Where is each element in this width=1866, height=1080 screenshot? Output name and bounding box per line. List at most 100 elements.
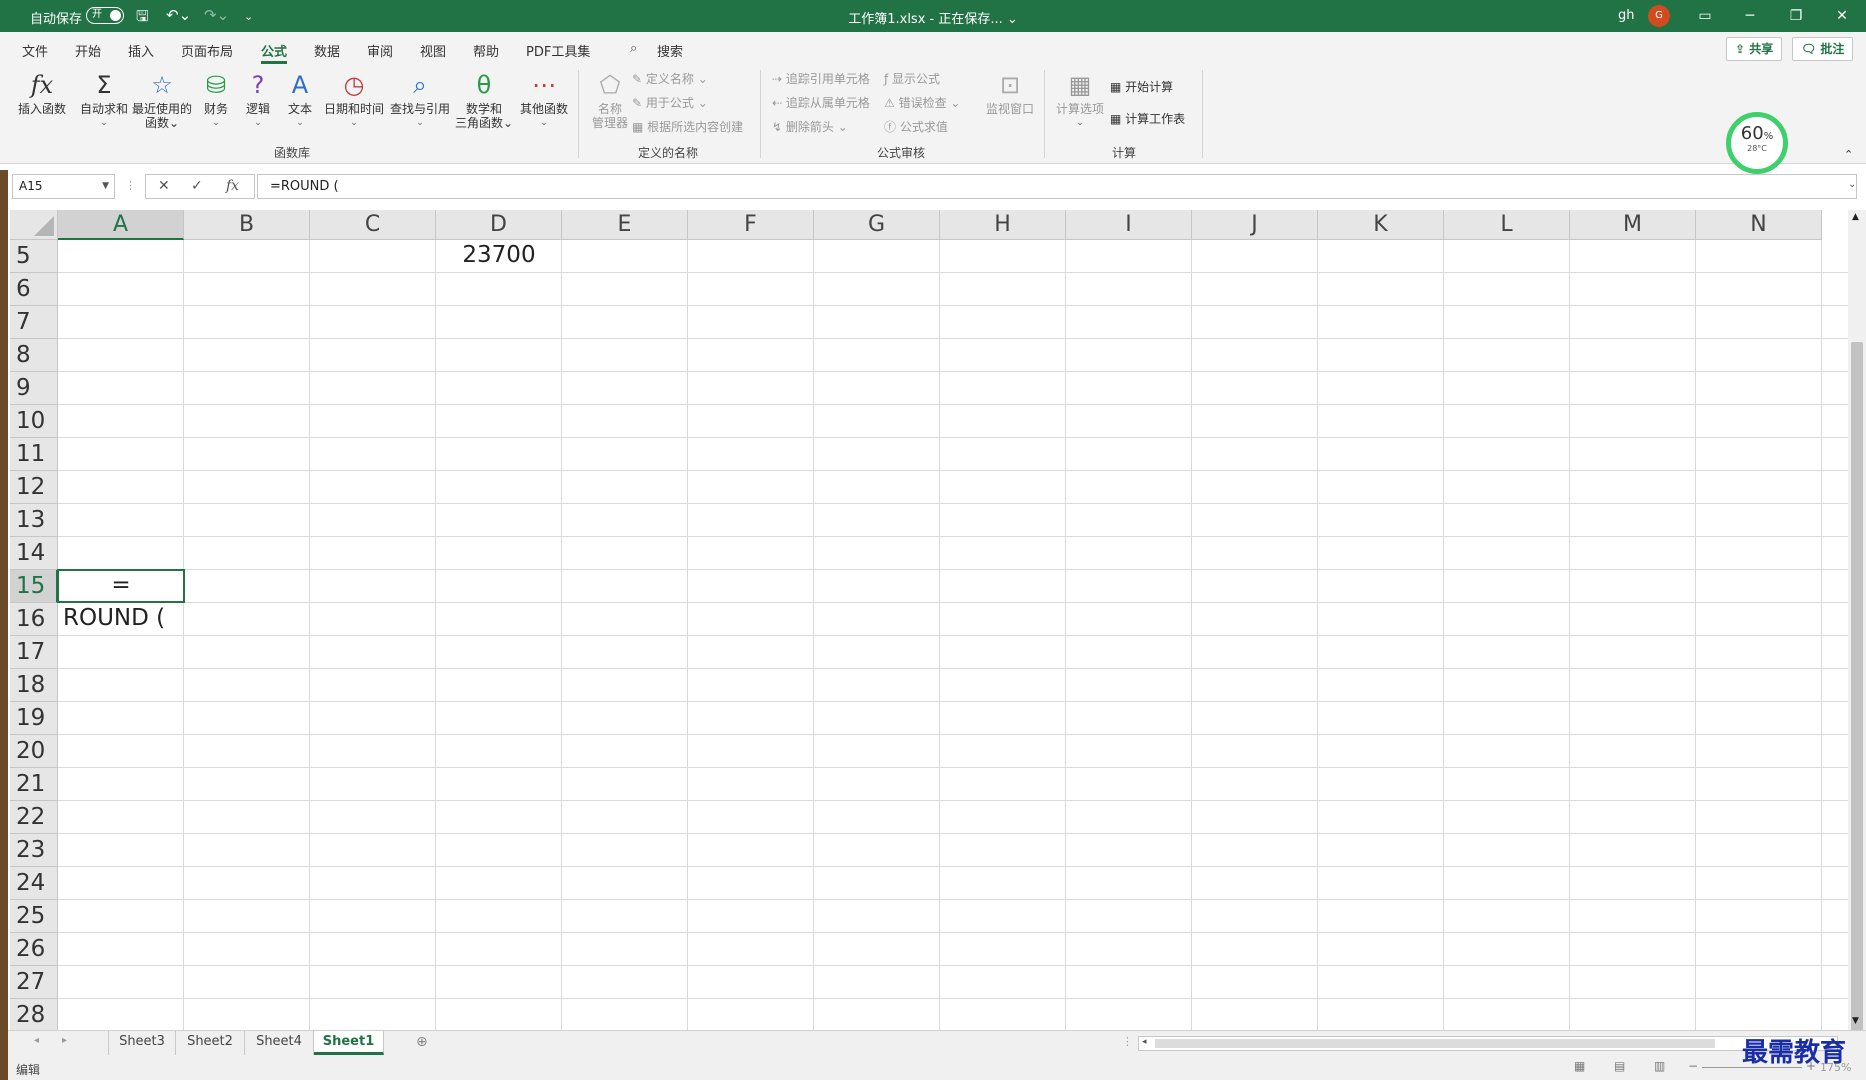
- row-header-19[interactable]: 19: [10, 702, 58, 735]
- row-header-24[interactable]: 24: [10, 867, 58, 900]
- row-header-26[interactable]: 26: [10, 933, 58, 966]
- vertical-scrollbar[interactable]: ▲ ▼: [1848, 210, 1866, 1032]
- evaluate-formula-button[interactable]: ⓕ 公式求值: [884, 118, 948, 135]
- row-header-7[interactable]: 7: [10, 306, 58, 339]
- split-handle-icon[interactable]: ⋮: [1122, 1035, 1133, 1048]
- tab-help[interactable]: 帮助: [473, 41, 499, 60]
- page-layout-view-icon[interactable]: ▤: [1614, 1059, 1625, 1073]
- search-icon[interactable]: ⌕: [630, 41, 637, 56]
- row-header-14[interactable]: 14: [10, 537, 58, 570]
- tab-formulas[interactable]: 公式: [261, 41, 288, 64]
- column-header-f[interactable]: F: [688, 210, 814, 240]
- row-header-10[interactable]: 10: [10, 405, 58, 438]
- row-header-18[interactable]: 18: [10, 669, 58, 702]
- row-header-9[interactable]: 9: [10, 372, 58, 405]
- column-header-b[interactable]: B: [184, 210, 310, 240]
- more-functions-button[interactable]: ⋯ 其他函数 ⌄: [516, 68, 572, 130]
- normal-view-icon[interactable]: ▦: [1574, 1059, 1585, 1073]
- fx-icon[interactable]: fx: [226, 178, 239, 194]
- tab-data[interactable]: 数据: [314, 41, 340, 60]
- insert-function-button[interactable]: fx 插入函数: [16, 68, 68, 116]
- trace-precedents-button[interactable]: ⇢ 追踪引用单元格: [772, 70, 870, 87]
- column-header-e[interactable]: E: [562, 210, 688, 240]
- row-header-23[interactable]: 23: [10, 834, 58, 867]
- column-header-h[interactable]: H: [940, 210, 1066, 240]
- use-in-formula-button[interactable]: ✎ 用于公式 ⌄: [632, 94, 708, 111]
- tab-view[interactable]: 视图: [420, 41, 446, 60]
- column-header-l[interactable]: L: [1444, 210, 1570, 240]
- scroll-left-icon[interactable]: ◂: [1142, 1037, 1147, 1047]
- column-header-c[interactable]: C: [310, 210, 436, 240]
- row-header-20[interactable]: 20: [10, 735, 58, 768]
- avatar[interactable]: G: [1648, 5, 1670, 27]
- column-header-n[interactable]: N: [1696, 210, 1822, 240]
- select-all-button[interactable]: [10, 210, 58, 240]
- tab-page-layout[interactable]: 页面布局: [181, 41, 233, 60]
- date-time-button[interactable]: ◷ 日期和时间 ⌄: [322, 68, 386, 130]
- column-header-a[interactable]: A: [58, 210, 184, 240]
- define-name-button[interactable]: ✎ 定义名称 ⌄: [632, 70, 708, 87]
- text-button[interactable]: A 文本 ⌄: [274, 68, 326, 130]
- lookup-reference-button[interactable]: ⌕ 查找与引用 ⌄: [388, 68, 452, 130]
- recently-used-button[interactable]: ☆ 最近使用的 函数⌄: [130, 68, 194, 130]
- cancel-icon[interactable]: ✕: [158, 178, 170, 194]
- row-header-11[interactable]: 11: [10, 438, 58, 471]
- calculate-now-button[interactable]: ▦ 开始计算: [1110, 78, 1173, 95]
- sheet-tab-active[interactable]: Sheet1: [314, 1031, 384, 1055]
- sheet-tab[interactable]: Sheet2: [176, 1031, 245, 1055]
- tab-home[interactable]: 开始: [75, 41, 101, 60]
- add-sheet-icon[interactable]: ⊕: [416, 1034, 428, 1050]
- close-icon[interactable]: ✕: [1819, 0, 1865, 32]
- remove-arrows-button[interactable]: ↯ 删除箭头 ⌄: [772, 118, 848, 135]
- prev-sheet-icon[interactable]: ◂: [34, 1035, 39, 1046]
- tab-file[interactable]: 文件: [22, 41, 48, 60]
- row-header-27[interactable]: 27: [10, 966, 58, 999]
- calculate-sheet-button[interactable]: ▦ 计算工作表: [1110, 110, 1185, 127]
- scroll-up-icon[interactable]: ▲: [1852, 212, 1859, 222]
- cell-d5[interactable]: 23700: [436, 242, 562, 268]
- sheet-tab[interactable]: Sheet3: [108, 1031, 176, 1055]
- trace-dependents-button[interactable]: ⇠ 追踪从属单元格: [772, 94, 870, 111]
- row-header-6[interactable]: 6: [10, 273, 58, 306]
- row-header-15[interactable]: 15: [10, 570, 58, 603]
- worksheet-grid[interactable]: A B C D E F G H I J K L M N 5 6 7 8 9 10 11 12 13 14 15 16 17 18 19 2…: [10, 210, 1848, 1030]
- search-box[interactable]: 搜索: [657, 41, 683, 60]
- calculation-options-button[interactable]: ▦ 计算选项 ⌄: [1052, 68, 1108, 130]
- page-break-view-icon[interactable]: ▥: [1654, 1059, 1665, 1073]
- scroll-thumb[interactable]: [1851, 342, 1863, 1032]
- row-header-17[interactable]: 17: [10, 636, 58, 669]
- horizontal-scrollbar[interactable]: ◂: [1138, 1036, 1838, 1051]
- column-header-i[interactable]: I: [1066, 210, 1192, 240]
- comments-button[interactable]: 🗨 批注: [1792, 37, 1854, 61]
- tab-review[interactable]: 审阅: [367, 41, 393, 60]
- ribbon-display-icon[interactable]: ▭: [1682, 0, 1728, 32]
- next-sheet-icon[interactable]: ▸: [62, 1035, 67, 1046]
- scroll-down-icon[interactable]: ▼: [1852, 1016, 1859, 1026]
- chevron-down-icon[interactable]: ▼: [102, 175, 109, 198]
- error-checking-button[interactable]: ⚠ 错误检查 ⌄: [884, 94, 960, 111]
- show-formulas-button[interactable]: ƒ 显示公式: [884, 70, 940, 87]
- row-header-12[interactable]: 12: [10, 471, 58, 504]
- drag-handle-icon[interactable]: ⋮: [125, 179, 136, 192]
- zoom-out-icon[interactable]: −: [1688, 1059, 1698, 1073]
- expand-formula-icon[interactable]: ⌄: [1848, 179, 1856, 190]
- autosum-button[interactable]: Σ 自动求和 ⌄: [78, 68, 130, 130]
- enter-icon[interactable]: ✓: [191, 178, 203, 194]
- watch-window-button[interactable]: ⊡ 监视窗口: [982, 68, 1038, 116]
- row-header-13[interactable]: 13: [10, 504, 58, 537]
- sheet-tab[interactable]: Sheet4: [245, 1031, 314, 1055]
- math-trig-button[interactable]: θ 数学和 三角函数⌄: [452, 68, 516, 130]
- row-header-22[interactable]: 22: [10, 801, 58, 834]
- row-header-5[interactable]: 5: [10, 240, 58, 273]
- column-header-j[interactable]: J: [1192, 210, 1318, 240]
- row-header-16[interactable]: 16: [10, 603, 58, 636]
- tab-insert[interactable]: 插入: [128, 41, 154, 60]
- scroll-thumb[interactable]: [1155, 1039, 1715, 1048]
- column-header-d[interactable]: D: [436, 210, 562, 240]
- row-header-8[interactable]: 8: [10, 339, 58, 372]
- minimize-icon[interactable]: ─: [1727, 0, 1773, 32]
- column-header-g[interactable]: G: [814, 210, 940, 240]
- cell-a16[interactable]: ROUND (: [63, 605, 165, 631]
- column-header-m[interactable]: M: [1570, 210, 1696, 240]
- row-header-28[interactable]: 28: [10, 999, 58, 1030]
